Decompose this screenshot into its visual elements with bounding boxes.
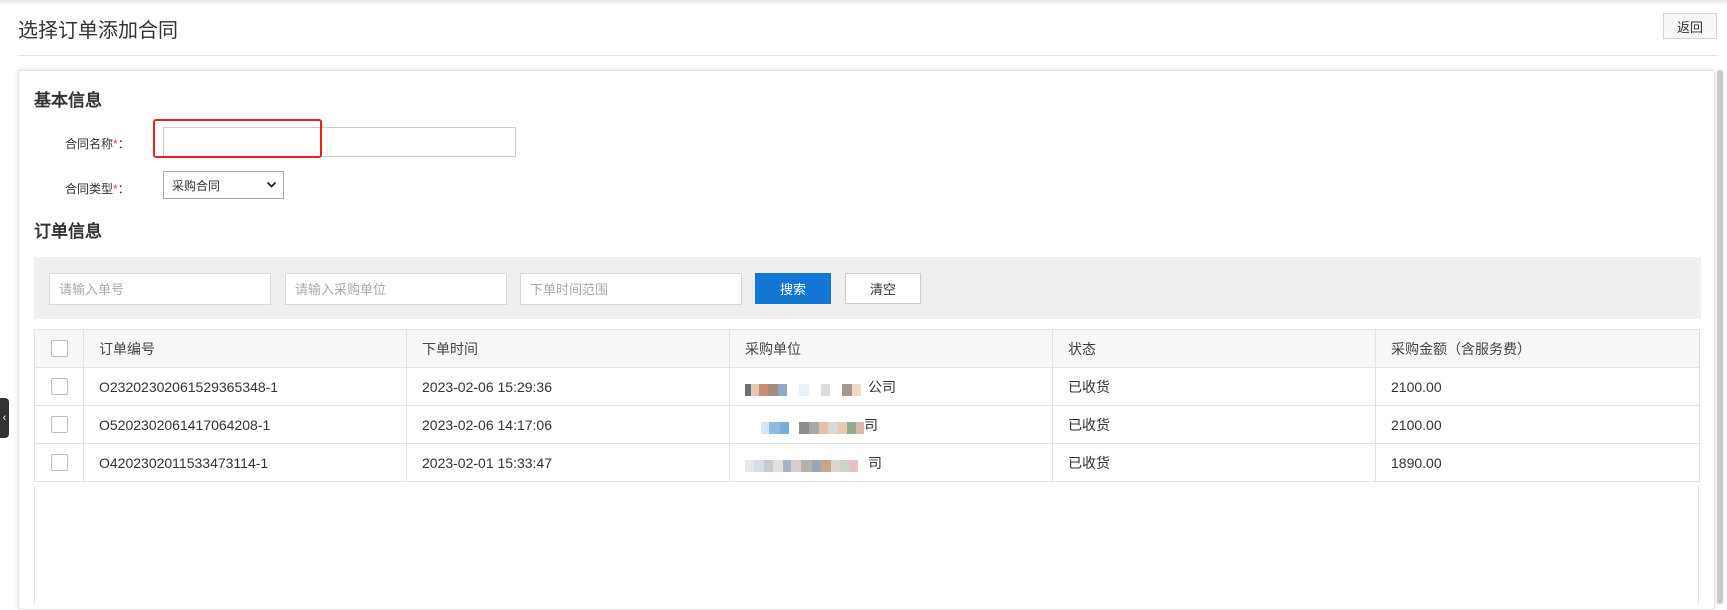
contract-type-select[interactable]: 采购合同 xyxy=(163,171,284,199)
label-colon: ： xyxy=(117,137,130,151)
column-header-order-time: 下单时间 xyxy=(406,329,730,368)
status-cell: 已收货 xyxy=(1052,443,1376,482)
amount-cell: 2100.00 xyxy=(1375,367,1700,406)
purchase-unit-suffix: 公司 xyxy=(868,378,896,395)
purchase-unit-search-input[interactable] xyxy=(285,273,507,305)
order-time-cell: 2023-02-06 15:29:36 xyxy=(406,367,730,406)
purchase-unit-suffix: 司 xyxy=(864,416,878,433)
order-number-cell: O23202302061529365348-1 xyxy=(83,367,407,406)
title-divider xyxy=(18,55,1718,56)
table-row[interactable]: O23202302061529365348-1 2023-02-06 15:29… xyxy=(34,367,1700,406)
select-all-checkbox[interactable] xyxy=(50,340,68,358)
contract-name-label: 合同名称*： xyxy=(65,135,130,152)
status-cell: 已收货 xyxy=(1052,367,1376,406)
section-title-order: 订单信息 xyxy=(34,222,102,241)
table-row[interactable]: O52023020614170642​08-1 2023-02-06 14:17… xyxy=(34,405,1700,444)
order-time-cell: 2023-02-01 15:33:47 xyxy=(406,443,730,482)
row-select-cell xyxy=(34,405,84,444)
order-number-search-input[interactable] xyxy=(49,273,271,305)
purchase-unit-cell: 公司 xyxy=(729,367,1053,406)
amount-cell: 1890.00 xyxy=(1375,443,1700,482)
section-title-basic: 基本信息 xyxy=(34,91,102,110)
purchase-unit-cell: 司 xyxy=(729,443,1053,482)
column-header-purchase-unit: 采购单位 xyxy=(729,329,1053,368)
order-date-range-input[interactable] xyxy=(520,273,742,305)
search-button[interactable]: 搜索 xyxy=(755,273,831,304)
redacted-mosaic xyxy=(745,381,868,397)
amount-cell: 2100.00 xyxy=(1375,405,1700,444)
row-checkbox[interactable] xyxy=(50,454,68,472)
sidebar-toggle-button[interactable]: ‹ xyxy=(0,398,9,438)
chevron-down-icon xyxy=(266,179,277,193)
chevron-left-icon: ‹ xyxy=(2,412,7,424)
order-time-cell: 2023-02-06 14:17:06 xyxy=(406,405,730,444)
row-checkbox[interactable] xyxy=(50,416,68,434)
select-all-cell xyxy=(34,329,84,368)
table-empty-area xyxy=(34,486,1699,604)
status-cell: 已收货 xyxy=(1052,405,1376,444)
clear-button[interactable]: 清空 xyxy=(845,273,921,304)
contract-name-label-text: 合同名称 xyxy=(65,137,114,151)
vertical-scrollbar[interactable] xyxy=(1716,70,1724,604)
table-header-row: 订单编号 下单时间 采购单位 状态 采购金额（含服务费） xyxy=(34,329,1700,368)
page-title: 选择订单添加合同 xyxy=(18,20,178,42)
contract-type-selected: 采购合同 xyxy=(172,178,221,193)
table-row[interactable]: O42023020115334731​14-1 2023-02-01 15:33… xyxy=(34,443,1700,482)
scrollbar-thumb[interactable] xyxy=(1717,70,1723,604)
row-select-cell xyxy=(34,443,84,482)
top-shadow xyxy=(0,0,1727,6)
redacted-mosaic xyxy=(745,419,864,435)
contract-name-highlight xyxy=(153,119,322,158)
contract-type-label-text: 合同类型 xyxy=(65,182,114,196)
purchase-unit-suffix: 司 xyxy=(868,454,882,471)
column-header-status: 状态 xyxy=(1052,329,1376,368)
orders-table: 订单编号 下单时间 采购单位 状态 采购金额（含服务费） O2320230206… xyxy=(34,329,1700,482)
purchase-unit-cell: 司 xyxy=(729,405,1053,444)
row-checkbox[interactable] xyxy=(50,378,68,396)
redacted-mosaic xyxy=(745,457,868,473)
order-number-cell: O52023020614170642​08-1 xyxy=(83,405,407,444)
contract-type-label: 合同类型*： xyxy=(65,180,130,197)
back-button[interactable]: 返回 xyxy=(1663,13,1717,39)
column-header-order-no: 订单编号 xyxy=(83,329,407,368)
label-colon: ： xyxy=(117,182,130,196)
row-select-cell xyxy=(34,367,84,406)
order-number-cell: O42023020115334731​14-1 xyxy=(83,443,407,482)
column-header-amount: 采购金额（含服务费） xyxy=(1375,329,1700,368)
